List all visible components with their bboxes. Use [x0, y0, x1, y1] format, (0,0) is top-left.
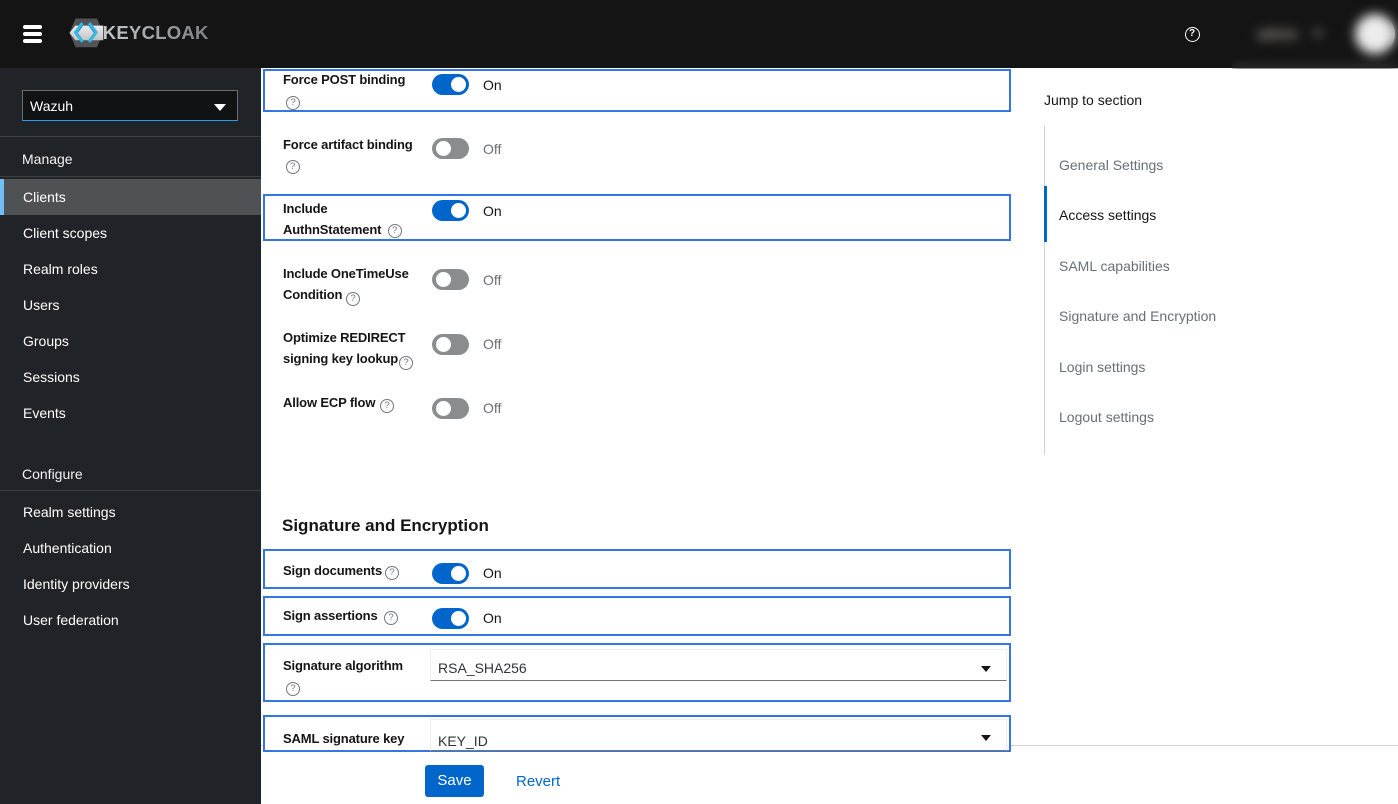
- svg-text:KEYCLOAK: KEYCLOAK: [103, 22, 209, 43]
